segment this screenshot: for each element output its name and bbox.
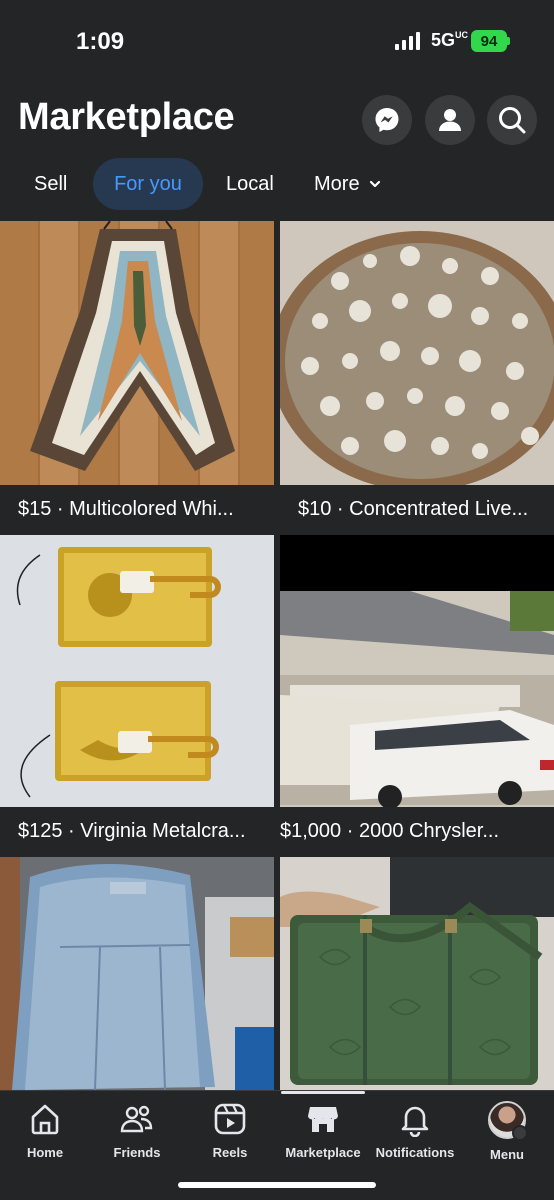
- battery-level: 94: [480, 32, 498, 50]
- status-time: 1:09: [76, 28, 125, 55]
- nav-menu[interactable]: Menu: [461, 1101, 553, 1162]
- friends-icon: [120, 1105, 153, 1133]
- bell-icon: [401, 1106, 429, 1137]
- network-suffix: UC: [455, 30, 469, 40]
- profile-button[interactable]: [425, 95, 475, 145]
- marketplace-icon: [308, 1107, 338, 1132]
- messenger-icon: [375, 108, 399, 132]
- listing-image: [0, 535, 274, 807]
- nav-home-label: Home: [26, 1145, 64, 1160]
- listing-card[interactable]: $125 · Virginia Metalcra...: [0, 535, 274, 859]
- listing-caption: $15 · Multicolored Whi...: [18, 498, 234, 520]
- messenger-button[interactable]: [362, 95, 412, 145]
- home-indicator: [178, 1182, 376, 1188]
- home-icon: [31, 1104, 59, 1135]
- nav-notifications-label: Notifications: [375, 1145, 455, 1160]
- brass-sconces-photo: [16, 547, 221, 798]
- tab-local[interactable]: Local: [226, 158, 274, 210]
- denim-jacket-photo: [0, 857, 274, 1090]
- active-tab-indicator: [281, 1091, 365, 1094]
- network-label: 5G: [431, 30, 456, 50]
- nav-marketplace[interactable]: Marketplace: [277, 1101, 369, 1160]
- nav-friends-label: Friends: [113, 1145, 161, 1160]
- jumpsuit-photo: [30, 221, 235, 471]
- signal-icon: [395, 32, 420, 50]
- van-garage-photo: [280, 591, 554, 807]
- listing-card[interactable]: $15 · Multicolored Whi...: [0, 221, 274, 533]
- listing-image: [280, 535, 554, 807]
- listing-image: [0, 857, 274, 1090]
- listing-card[interactable]: [0, 857, 274, 1090]
- listing-image: [280, 221, 554, 485]
- nav-reels-label: Reels: [212, 1145, 248, 1160]
- listing-image: [280, 857, 554, 1090]
- tab-more[interactable]: More: [314, 158, 382, 210]
- green-bag-photo: [280, 857, 554, 1085]
- tab-sell[interactable]: Sell: [34, 158, 67, 210]
- listing-card[interactable]: $1,000 · 2000 Chrysler...: [280, 535, 554, 859]
- listing-caption: $1,000 · 2000 Chrysler...: [280, 820, 500, 842]
- nav-friends[interactable]: Friends: [91, 1101, 183, 1160]
- search-button[interactable]: [487, 95, 537, 145]
- tab-for-you-label: For you: [114, 172, 182, 195]
- page-title: Marketplace: [18, 96, 235, 138]
- tab-local-label: Local: [226, 172, 274, 195]
- marketplace-tabs: Sell For you Local More: [0, 158, 554, 212]
- nav-marketplace-label: Marketplace: [285, 1145, 361, 1160]
- profile-icon: [439, 109, 461, 131]
- battery-tip: [507, 37, 510, 45]
- tab-sell-label: Sell: [34, 172, 68, 195]
- nav-menu-label: Menu: [490, 1147, 524, 1162]
- menu-badge-icon: [512, 1125, 528, 1141]
- listing-image: [0, 221, 274, 485]
- listing-card[interactable]: [280, 857, 554, 1090]
- mushroom-culture-photo: [280, 231, 554, 485]
- nav-notifications[interactable]: Notifications: [369, 1101, 461, 1160]
- reels-icon: [214, 1103, 246, 1135]
- tab-for-you[interactable]: For you: [93, 158, 203, 210]
- nav-home[interactable]: Home: [0, 1101, 91, 1160]
- nav-reels[interactable]: Reels: [184, 1101, 276, 1160]
- listings-grid: $15 · Multicolored Whi... $10 · Concentr…: [0, 221, 554, 1090]
- status-bar: 1:09 5GUC 94: [0, 0, 554, 80]
- listing-caption: $125 · Virginia Metalcra...: [18, 820, 246, 842]
- search-icon: [499, 107, 526, 134]
- tab-more-label: More: [314, 172, 360, 195]
- avatar: [488, 1101, 528, 1141]
- network-indicator: 5GUC: [431, 30, 468, 51]
- listing-card[interactable]: $10 · Concentrated Live...: [280, 221, 554, 533]
- listing-caption: $10 · Concentrated Live...: [298, 498, 529, 520]
- chevron-down-icon: [369, 180, 380, 188]
- battery-icon: 94: [471, 30, 507, 52]
